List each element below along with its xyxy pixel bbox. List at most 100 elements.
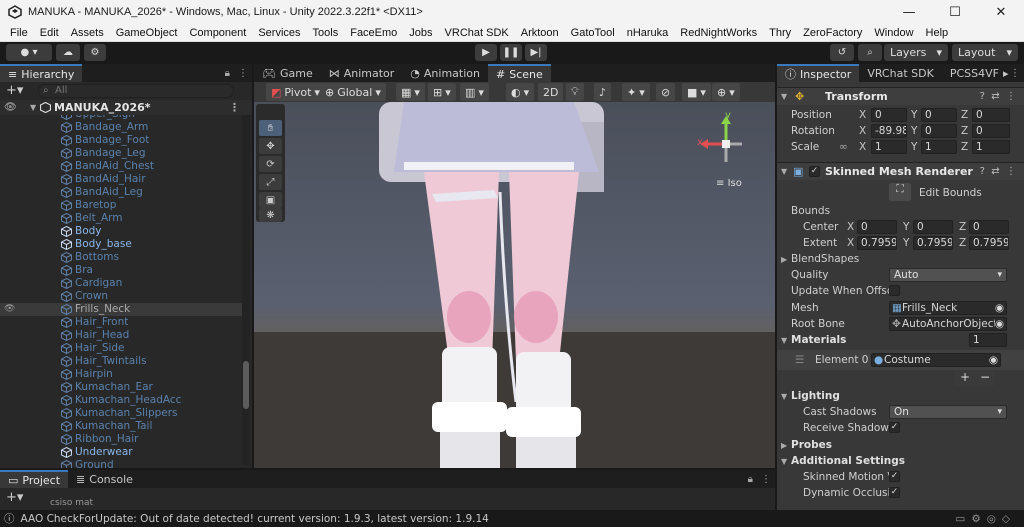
add-element-button[interactable]: + [960,370,970,386]
menu-nharuka[interactable]: nHaruka [621,27,675,39]
menu-gameobject[interactable]: GameObject [110,27,184,39]
menu-arktoon[interactable]: Arktoon [515,27,565,39]
element0-field[interactable]: ● Costume ◉ [871,353,1001,367]
rect-tool-button[interactable]: ▣ [259,192,282,208]
more-options-icon[interactable]: ⋮ [761,474,771,485]
history-button[interactable]: ↺ [830,44,854,61]
drag-handle-icon[interactable]: ☰ [795,354,804,366]
camera-button[interactable]: ■ ▾ [682,83,711,101]
rotation-x-field[interactable]: -89.98 [871,124,907,138]
rotation-y-field[interactable]: 0 [921,124,957,138]
update-offscreen-checkbox[interactable] [889,285,900,296]
hierarchy-search-input[interactable]: ⌕ All [38,84,234,98]
maximize-button[interactable]: ☐ [932,0,978,24]
menu-file[interactable]: File [4,27,34,39]
hierarchy-item[interactable]: Belt_Arm [0,212,242,225]
position-y-field[interactable]: 0 [921,108,957,122]
move-tool-button[interactable]: ✥ [259,138,282,154]
object-picker-icon[interactable]: ◉ [989,354,998,366]
hierarchy-item[interactable]: Underwear [0,446,242,459]
minimize-button[interactable]: — [886,0,932,24]
position-z-field[interactable]: 0 [972,108,1010,122]
collapse-arrow-icon[interactable]: ▼ [781,167,787,176]
search-button[interactable]: ⌕ [858,44,882,61]
gizmos-button[interactable]: ⊕ ▾ [712,83,740,101]
collapse-arrow-icon[interactable]: ▼ [781,92,787,101]
tab-scene[interactable]: # Scene [488,64,551,82]
expand-arrow-icon[interactable]: ▶ [781,255,787,264]
hierarchy-item[interactable]: Cardigan [0,277,242,290]
layout-dropdown[interactable]: Layout ▾ [952,44,1018,61]
menu-thry[interactable]: Thry [763,27,797,39]
2d-toggle[interactable]: 2D [538,83,564,101]
hierarchy-item[interactable]: Ribbon_Hair [0,433,242,446]
add-icon[interactable]: +▾ [6,83,23,98]
smr-header[interactable]: ▼ ▣ ✓ Skinned Mesh Renderer ? ⇄ ⋮ [777,162,1024,180]
cloud-button[interactable]: ☁ [56,44,80,61]
object-picker-icon[interactable]: ◉ [995,302,1004,314]
menu-edit[interactable]: Edit [34,27,65,39]
menu-help[interactable]: Help [920,27,955,39]
additional-settings-row[interactable]: ▼ Additional Settings [777,453,1024,469]
smr-enabled-checkbox[interactable]: ✓ [809,166,820,177]
effects-button[interactable]: ✦ ▾ [622,83,650,101]
hierarchy-item[interactable]: Bandage_Arm [0,121,242,134]
more-options-icon[interactable]: ⋮ [238,68,248,79]
component-icons[interactable]: ? ⇄ ⋮ [980,166,1016,177]
audio-toggle[interactable]: ♪ [594,83,612,101]
hidden-objects-toggle[interactable]: ⊘ [656,83,676,101]
scale-x-field[interactable]: 1 [871,140,907,154]
hierarchy-item[interactable]: Hair_Head [0,329,242,342]
lighting-row[interactable]: ▼ Lighting [777,388,1024,404]
transform-header[interactable]: ▼ ✥ Transform ? ⇄ ⋮ [777,87,1024,105]
hierarchy-item[interactable]: BandAid_Hair [0,173,242,186]
hierarchy-item[interactable]: Crown [0,290,242,303]
center-x-field[interactable]: 0 [857,220,897,234]
component-icons[interactable]: ? ⇄ ⋮ [980,91,1016,102]
grid-size-button[interactable]: ▥ ▾ [460,83,489,101]
grid-snap-button[interactable]: ▦ ▾ [396,83,425,101]
global-toggle[interactable]: ⊕ Global ▾ [320,83,386,101]
status-icons[interactable]: ▭⚙◎◇ [955,513,1016,525]
tab-animation[interactable]: ◔ Animation [402,64,488,82]
blendshapes-row[interactable]: ▶ BlendShapes [777,251,1024,267]
play-button[interactable]: ▶ [475,44,497,61]
menu-gatotool[interactable]: GatoTool [565,27,621,39]
close-button[interactable]: ✕ [978,0,1024,24]
hierarchy-item[interactable]: Bra [0,264,242,277]
hierarchy-item[interactable]: Hair_Front [0,316,242,329]
more-options-icon[interactable]: ⋮ [1010,68,1020,79]
materials-row[interactable]: ▼ Materials 1 [777,332,1024,348]
link-icon[interactable]: ∞ [839,141,848,153]
step-button[interactable]: ▶| [525,44,547,61]
menu-vrchat-sdk[interactable]: VRChat SDK [439,27,515,39]
hierarchy-item[interactable]: Bandage_Leg [0,147,242,160]
tab-console[interactable]: ≣ Console [68,470,141,488]
menu-faceemo[interactable]: FaceEmo [344,27,403,39]
mesh-field[interactable]: ▦ Frills_Neck ◉ [889,301,1007,315]
lock-icon[interactable]: 🔒︎ [748,474,753,485]
hand-tool-button[interactable]: ✋︎ [259,120,282,136]
hierarchy-item[interactable]: Body_base [0,238,242,251]
probes-row[interactable]: ▶ Probes [777,437,1024,453]
quality-dropdown[interactable]: Auto [889,268,1007,282]
rootbone-field[interactable]: ✥ AutoAnchorObject (◉ [889,317,1007,331]
tab-inspector[interactable]: ⓘ Inspector [777,64,860,82]
hierarchy-item[interactable]: BandAid_Leg [0,186,242,199]
collab-button[interactable]: ⚙ [84,44,106,61]
remove-element-button[interactable]: − [980,370,990,386]
lighting-toggle[interactable]: 💡︎ [566,83,584,101]
center-y-field[interactable]: 0 [913,220,953,234]
hierarchy-item[interactable]: Frills_Neck 👁︎ [0,303,242,316]
extent-x-field[interactable]: 0.79594 [857,236,897,250]
collapse-arrow-icon[interactable]: ▼ [781,336,787,345]
expand-arrow-icon[interactable]: ▼ [30,103,36,112]
dynamic-occlusion-checkbox[interactable]: ✓ [889,487,900,498]
more-options-icon[interactable]: ⋮ [229,101,240,114]
project-item[interactable]: csiso mat [50,498,93,508]
collapse-arrow-icon[interactable]: ▼ [781,392,787,401]
object-picker-icon[interactable]: ◉ [994,318,1004,330]
menu-window[interactable]: Window [868,27,919,39]
menu-rednightworks[interactable]: RedNightWorks [674,27,763,39]
scene-root-row[interactable]: 👁︎ ▼ MANUKA_2026* ⋮ [0,100,252,115]
